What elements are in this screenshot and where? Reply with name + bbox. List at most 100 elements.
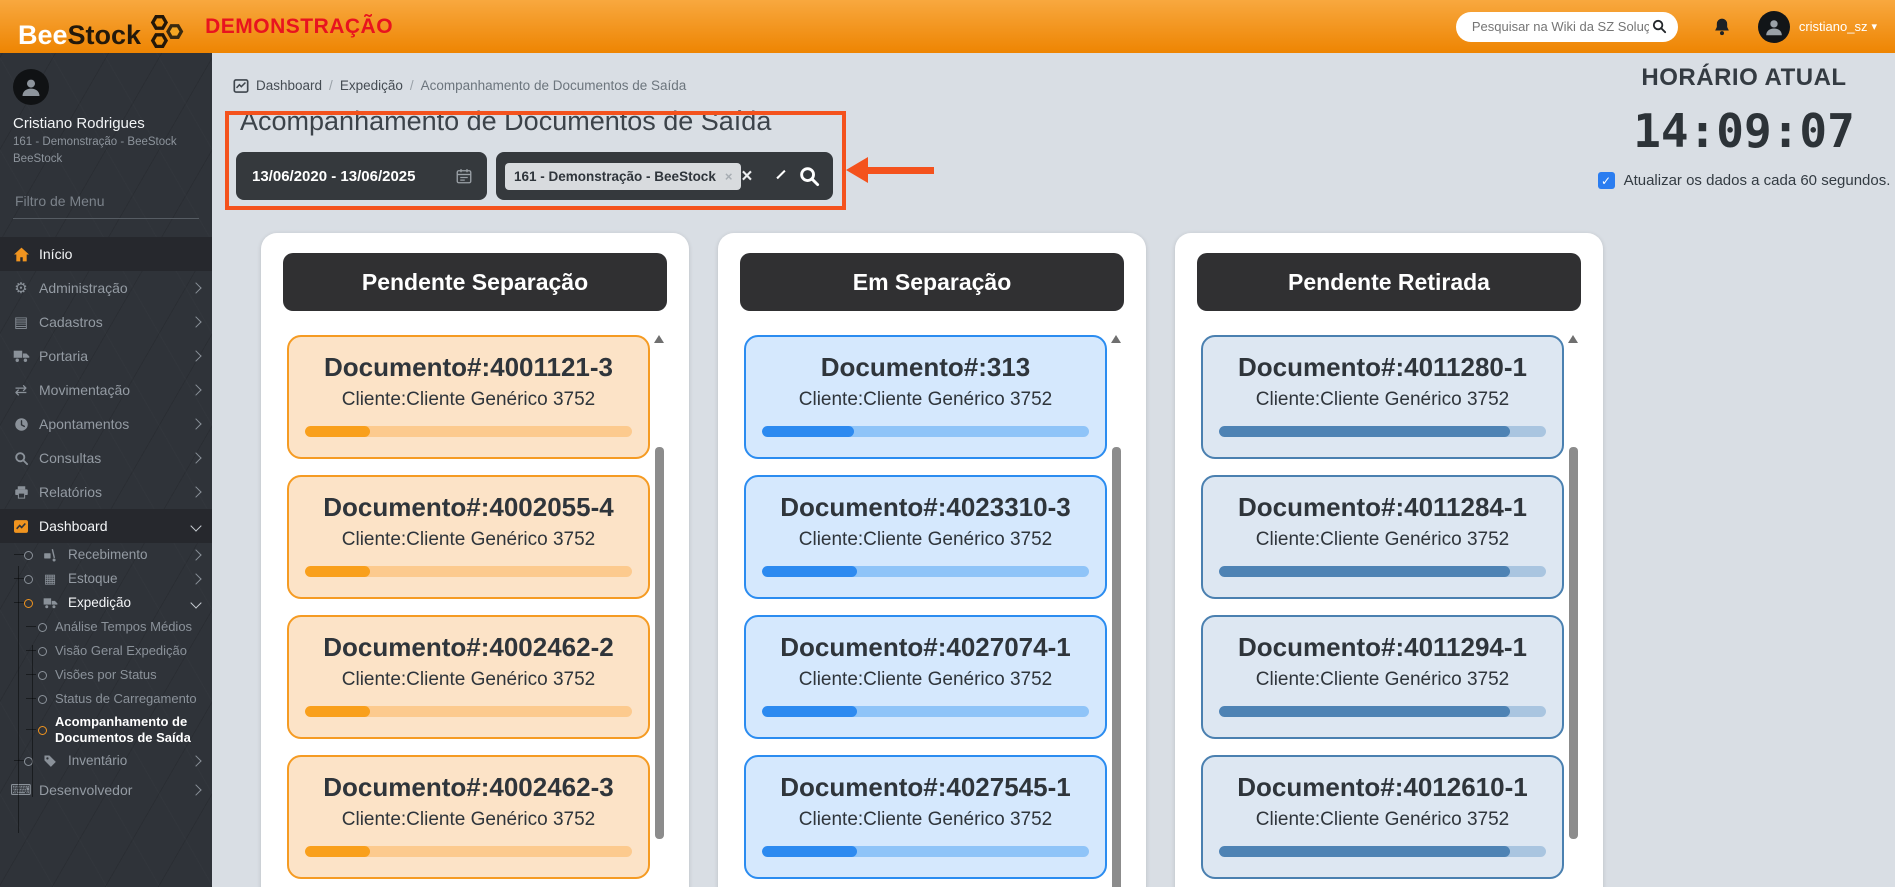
calendar-icon — [455, 167, 473, 185]
kanban-column-pendente-separacao: Pendente SeparaçãoDocumento#:4001121-3Cl… — [261, 233, 689, 887]
wiki-search-box[interactable] — [1456, 12, 1678, 42]
column-scrollbar[interactable] — [1112, 335, 1121, 887]
select-clear-icon[interactable]: × — [741, 167, 752, 186]
selected-company-chip: 161 - Demonstração - BeeStock × — [505, 163, 741, 190]
document-client: Cliente:Cliente Genérico 3752 — [746, 389, 1105, 411]
select-chevron-down-icon[interactable] — [776, 169, 785, 178]
grid-icon: ▦ — [41, 573, 59, 586]
search-icon[interactable] — [1651, 18, 1668, 35]
date-range-input[interactable]: 13/06/2020 - 13/06/2025 — [236, 152, 487, 200]
breadcrumb-item-expedicao[interactable]: Expedição — [340, 78, 403, 93]
scrollbar-thumb[interactable] — [1569, 447, 1578, 839]
menu-filter-input[interactable] — [13, 192, 203, 210]
progress-bar — [762, 846, 1089, 857]
progress-bar — [1219, 426, 1546, 437]
logo-text-bee: Bee — [18, 20, 68, 51]
sidebar-item-analise-tempos-medios[interactable]: Análise Tempos Médios — [0, 615, 212, 639]
auto-refresh-checkbox[interactable]: ✓ — [1598, 172, 1615, 189]
progress-bar — [305, 706, 632, 717]
document-number: Documento#:4023310-3 — [746, 492, 1105, 523]
progress-fill — [1219, 846, 1510, 857]
document-card[interactable]: Documento#:4012610-1Cliente:Cliente Gené… — [1201, 755, 1564, 879]
tree-bullet-icon — [38, 671, 47, 680]
document-card[interactable]: Documento#:4001121-3Cliente:Cliente Gené… — [287, 335, 650, 459]
company-select[interactable]: 161 - Demonstração - BeeStock × × — [496, 152, 833, 200]
sidebar-item-label: Estoque — [68, 571, 192, 587]
progress-fill — [1219, 566, 1510, 577]
document-card[interactable]: Documento#:4011284-1Cliente:Cliente Gené… — [1201, 475, 1564, 599]
tree-bullet-icon — [38, 647, 47, 656]
handtruck-icon — [41, 548, 59, 562]
document-card[interactable]: Documento#:4002055-4Cliente:Cliente Gené… — [287, 475, 650, 599]
sidebar-avatar[interactable] — [13, 69, 49, 105]
sidebar-item-recebimento[interactable]: Recebimento — [0, 543, 212, 567]
document-card[interactable]: Documento#:4023310-3Cliente:Cliente Gené… — [744, 475, 1107, 599]
document-client: Cliente:Cliente Genérico 3752 — [1203, 529, 1562, 551]
sidebar-item-label: Desenvolvedor — [39, 782, 192, 798]
sidebar-item-apontamentos[interactable]: Apontamentos — [0, 407, 212, 441]
breadcrumb-separator: / — [329, 78, 333, 93]
sidebar-item-consultas[interactable]: Consultas — [0, 441, 212, 475]
breadcrumb-item-dashboard[interactable]: Dashboard — [256, 78, 322, 93]
progress-fill — [1219, 426, 1510, 437]
column-header: Em Separação — [740, 253, 1124, 311]
sidebar-item-estoque[interactable]: ▦ Estoque — [0, 567, 212, 591]
scrollbar-thumb[interactable] — [1112, 447, 1121, 887]
top-header: BeeStock DEMONSTRAÇÃO — [0, 0, 1895, 53]
document-card[interactable]: Documento#:4027545-1Cliente:Cliente Gené… — [744, 755, 1107, 879]
user-avatar[interactable] — [1758, 11, 1790, 43]
notifications-bell-icon[interactable] — [1712, 16, 1732, 38]
sidebar-item-dashboard[interactable]: Dashboard — [0, 509, 212, 543]
column-scrollbar[interactable] — [1569, 335, 1578, 887]
clock-heading: HORÁRIO ATUAL — [1585, 64, 1895, 92]
sidebar-user-name: Cristiano Rodrigues — [13, 115, 212, 132]
sidebar-item-administracao[interactable]: ⚙Administração — [0, 271, 212, 305]
kanban-column-em-separacao: Em Separação Documento#:313Cliente:Client… — [718, 233, 1146, 887]
list-icon: ▤ — [12, 315, 30, 330]
sidebar-item-label: Status de Carregamento — [55, 691, 200, 707]
chevron-right-icon — [190, 573, 201, 584]
scrollbar-thumb[interactable] — [655, 447, 664, 839]
shipping-icon — [41, 597, 59, 609]
search-icon — [12, 451, 30, 466]
document-card[interactable]: Documento#:4011294-1Cliente:Cliente Gené… — [1201, 615, 1564, 739]
sidebar-item-inicio[interactable]: Início — [0, 237, 212, 271]
sidebar-item-label: Movimentação — [39, 382, 192, 398]
scrollbar-up-arrow-icon[interactable] — [1111, 335, 1121, 343]
sidebar-item-portaria[interactable]: Portaria — [0, 339, 212, 373]
document-card[interactable]: Documento#:4002462-3Cliente:Cliente Gené… — [287, 755, 650, 879]
sidebar-item-label: Administração — [39, 280, 192, 296]
chip-remove-icon[interactable]: × — [725, 170, 733, 183]
menu-tree-line — [18, 566, 19, 833]
sidebar-item-movimentacao[interactable]: ⇄Movimentação — [0, 373, 212, 407]
sidebar-user-block: Cristiano Rodrigues 161 - Demonstração -… — [0, 53, 212, 166]
scrollbar-up-arrow-icon[interactable] — [654, 335, 664, 343]
column-card-list: Documento#:4011280-1Cliente:Cliente Gené… — [1201, 335, 1564, 879]
document-card[interactable]: Documento#:4011280-1Cliente:Cliente Gené… — [1201, 335, 1564, 459]
sidebar-item-label: Recebimento — [68, 547, 192, 563]
auto-refresh-row: ✓ Atualizar os dados a cada 60 segundos. — [1585, 172, 1895, 189]
wiki-search-input[interactable] — [1470, 18, 1651, 35]
sidebar-item-relatorios[interactable]: Relatórios — [0, 475, 212, 509]
document-card[interactable]: Documento#:4027074-1Cliente:Cliente Gené… — [744, 615, 1107, 739]
sidebar-item-cadastros[interactable]: ▤Cadastros — [0, 305, 212, 339]
sidebar-item-expedicao[interactable]: Expedição — [0, 591, 212, 615]
document-number: Documento#:4002462-3 — [289, 772, 648, 803]
sidebar-item-label: Análise Tempos Médios — [55, 619, 200, 635]
filter-search-button[interactable] — [798, 165, 821, 188]
progress-fill — [762, 706, 857, 717]
document-card[interactable]: Documento#:313Cliente:Cliente Genérico 3… — [744, 335, 1107, 459]
clock-icon — [12, 417, 30, 432]
document-card[interactable]: Documento#:4002462-2 Cliente:Cliente Gené… — [287, 615, 650, 739]
column-scrollbar[interactable] — [655, 335, 664, 887]
document-number: Documento#:4002462-2 — [289, 632, 648, 663]
beestock-logo[interactable]: BeeStock — [18, 2, 189, 51]
breadcrumb-chart-icon — [233, 79, 249, 93]
tree-bullet-icon — [38, 695, 47, 704]
sidebar-item-label: Visões por Status — [55, 667, 200, 683]
scrollbar-up-arrow-icon[interactable] — [1568, 335, 1578, 343]
printer-icon — [12, 485, 30, 500]
user-menu[interactable]: cristiano_sz ▾ — [1799, 19, 1877, 34]
annotation-arrow — [846, 157, 936, 183]
document-client: Cliente:Cliente Genérico 3752 — [289, 669, 648, 691]
